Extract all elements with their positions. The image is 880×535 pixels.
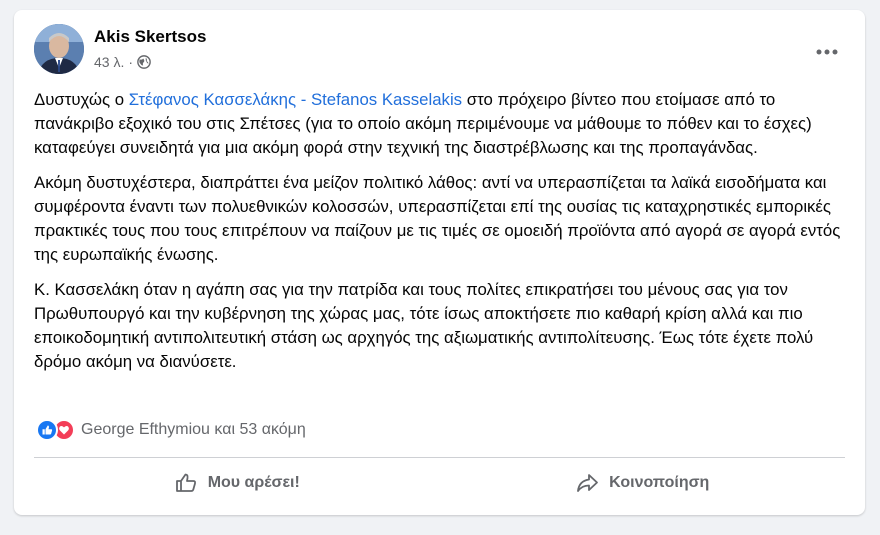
thumbs-up-icon [175,473,196,492]
globe-icon[interactable] [137,55,151,69]
meta-separator: · [128,54,134,70]
more-icon [816,49,838,55]
post-text: Δυστυχώς ο Στέφανος Κασσελάκης - Stefano… [34,88,849,385]
share-button[interactable]: Κοινοποίηση [440,461,846,505]
like-label: Μου αρέσει! [207,474,300,491]
like-icon [36,419,58,441]
action-bar: Μου αρέσει! Κοινοποίηση [34,461,845,505]
avatar-image [34,24,84,74]
reactions-text[interactable]: George Efthymiou και 53 ακόμη [81,421,306,439]
paragraph-1-prefix: Δυστυχώς ο [34,90,129,109]
post-card: Akis Skertsos 43 λ. · Δυστυχώς ο Στέφανο… [14,10,865,515]
like-button[interactable]: Μου αρέσει! [34,461,440,505]
share-icon [577,474,599,492]
more-options-button[interactable] [809,34,845,70]
post-paragraph-1: Δυστυχώς ο Στέφανος Κασσελάκης - Stefano… [34,88,849,160]
post-paragraph-2: Ακόμη δυστυχέστερα, διαπράττει ένα μείζο… [34,173,841,264]
reactions-summary[interactable]: George Efthymiou και 53 ακόμη [36,418,306,442]
post-time[interactable]: 43 λ. [94,54,124,70]
divider [34,457,845,458]
post-meta: 43 λ. · [94,54,151,70]
mention-link[interactable]: Στέφανος Κασσελάκης - Stefanos Kasselaki… [129,90,462,109]
avatar[interactable] [34,24,84,74]
author-name[interactable]: Akis Skertsos [94,27,206,47]
share-label: Κοινοποίηση [609,474,710,491]
post-paragraph-3: Κ. Κασσελάκη όταν η αγάπη σας για την πα… [34,280,814,371]
